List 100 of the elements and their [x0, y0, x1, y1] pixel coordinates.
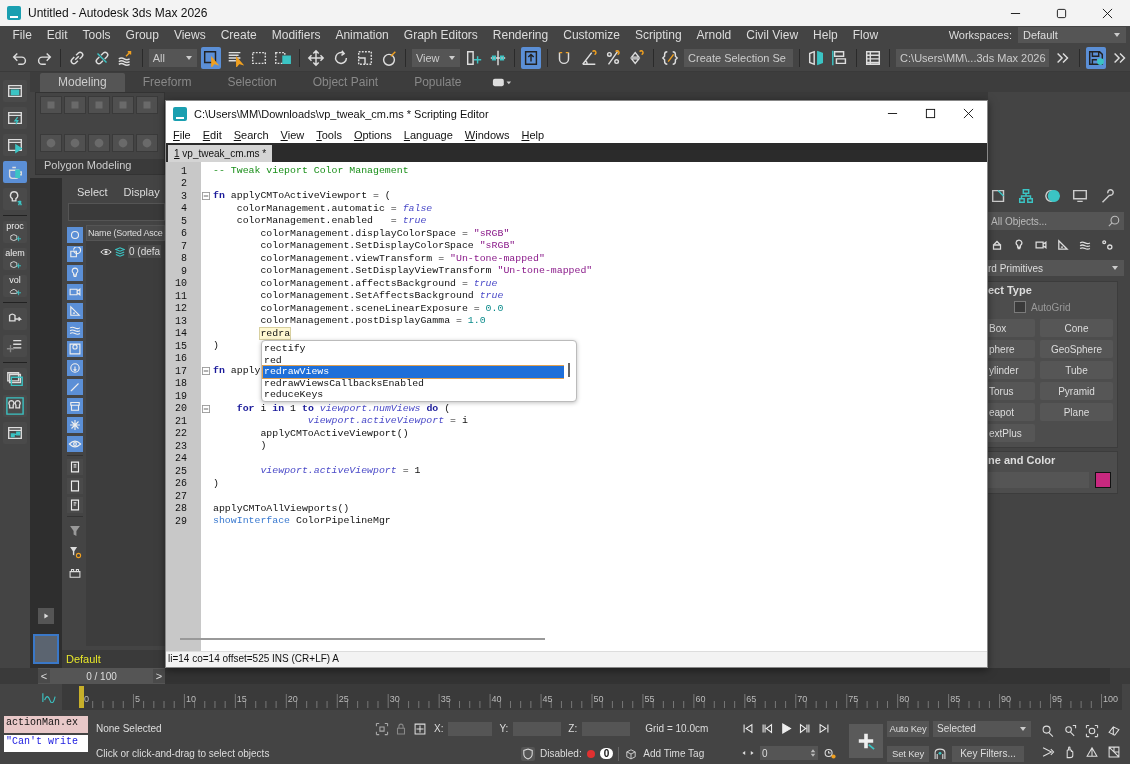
menu-item[interactable]: File	[167, 128, 197, 141]
menu-item[interactable]: Customize	[555, 28, 628, 42]
toolbar-dropdown[interactable]: All	[148, 48, 197, 67]
add-time-tag-button[interactable]: Add Time Tag	[643, 748, 705, 759]
frame-label: 15	[236, 694, 247, 704]
workspaces-dropdown[interactable]: Default	[1018, 27, 1126, 43]
explorer-tab[interactable]: Display	[123, 186, 160, 198]
menu-item[interactable]: Tools	[310, 128, 348, 141]
code-line: fn applyCMToActiveViewport = (	[213, 190, 391, 203]
autocomplete-item[interactable]: reduceKeys	[263, 389, 564, 401]
toolbar-dropdown[interactable]: Create Selection Se	[684, 48, 793, 67]
column-header[interactable]: Name (Sorted Asce	[86, 225, 165, 241]
frame-label: 100	[1103, 694, 1119, 704]
object-type-button[interactable]: eapot	[988, 403, 1035, 421]
object-type-button[interactable]: Tube	[1040, 361, 1113, 379]
menu-item[interactable]: Graph Editors	[396, 28, 486, 42]
menu-item[interactable]: Tools	[75, 28, 119, 42]
layer-field[interactable]: Default	[62, 650, 165, 668]
rollout-title[interactable]: ne and Color	[988, 454, 1117, 469]
object-type-button[interactable]: ylinder	[988, 361, 1035, 379]
menu-item[interactable]: Group	[118, 28, 167, 42]
object-type-button[interactable]: Box	[988, 319, 1035, 337]
menu-item[interactable]: Civil View	[738, 28, 806, 42]
object-type-button[interactable]: Cone	[1040, 319, 1113, 337]
z-label: Z:	[568, 723, 578, 734]
menu-item[interactable]: Options	[347, 128, 398, 141]
menu-item[interactable]: File	[5, 28, 40, 42]
object-type-button[interactable]: Torus	[988, 382, 1035, 400]
key-filters-button[interactable]: Key Filters...	[952, 745, 1024, 762]
listener-output[interactable]: "Can't write	[4, 735, 88, 752]
workspaces-label: Workspaces:	[948, 29, 1012, 41]
object-type-button[interactable]: Plane	[1040, 403, 1113, 421]
command-button[interactable]: vol	[3, 275, 27, 297]
autocomplete-item[interactable]: red	[263, 354, 564, 366]
time-slider-track[interactable]: < 0 / 100 >	[38, 668, 1110, 684]
auto-key-button[interactable]: Auto Key	[887, 720, 929, 737]
code-line: colorManagement.SetAffectsBackground true	[259, 290, 504, 303]
menu-item[interactable]: Edit	[39, 28, 76, 42]
code-line: )	[259, 440, 267, 453]
menu-item[interactable]: Edit	[196, 128, 228, 141]
code-line: colorManagement.viewTransform = "Un-tone-mapped"	[259, 252, 545, 265]
object-type-button[interactable]: Pyramid	[1040, 382, 1113, 400]
frame-label: 65	[746, 694, 757, 704]
frame-label: 25	[338, 694, 349, 704]
menu-item[interactable]: Help	[515, 128, 551, 141]
line-number: 17	[174, 365, 187, 377]
menu-item[interactable]: Windows	[458, 128, 516, 141]
previous-frame-button[interactable]: <	[38, 669, 50, 683]
code-line: applyCMToAllViewports()	[213, 502, 350, 515]
object-type-button[interactable]: extPlus	[988, 424, 1035, 442]
line-number: 14	[174, 328, 187, 340]
menu-item[interactable]: Flow	[845, 28, 886, 42]
menu-item[interactable]: Search	[227, 128, 275, 141]
rollout-title[interactable]: ect Type	[988, 284, 1117, 299]
ribbon-tab[interactable]: Modeling	[40, 73, 125, 92]
frame-counter: 0 / 100	[86, 670, 117, 682]
menu-item[interactable]: Modifiers	[264, 28, 328, 42]
file-tab[interactable]: 1 vp_tweak_cm.ms *	[168, 145, 273, 162]
line-number: 28	[174, 503, 187, 515]
toolbar-dropdown[interactable]: View	[411, 48, 460, 67]
code-line: viewport.activeViewport = i	[306, 415, 468, 428]
line-number: 23	[174, 440, 187, 452]
autocomplete-item[interactable]: rectify	[263, 343, 564, 355]
frame-field[interactable]: 0	[760, 746, 818, 761]
y-label: Y:	[499, 723, 509, 734]
frame-label: 85	[950, 694, 961, 704]
command-button[interactable]: proc	[3, 221, 27, 243]
object-type-button[interactable]: phere	[988, 340, 1035, 358]
time-slider-thumb[interactable]: < 0 / 100 >	[38, 668, 165, 684]
line-number: 7	[180, 240, 187, 252]
frame-label: 35	[440, 694, 451, 704]
next-frame-button[interactable]: >	[153, 669, 165, 683]
menu-item[interactable]: Rendering	[485, 28, 556, 42]
menu-item[interactable]: Arnold	[689, 28, 739, 42]
line-number: 4	[180, 203, 187, 215]
menu-item[interactable]: Scripting	[627, 28, 690, 42]
menu-item[interactable]: Animation	[327, 28, 397, 42]
object-type-button[interactable]: GeoSphere	[1040, 340, 1113, 358]
menu-item[interactable]: Views	[166, 28, 214, 42]
code-line: colorManagement.enabled = true	[235, 215, 427, 228]
category-dropdown[interactable]: rd Primitives	[988, 260, 1124, 276]
timeline-ruler[interactable]: 0 5 10 15 20 25 30 35 40 45 50 55 60 65 70 75 80 85 90 95 100	[62, 684, 1122, 710]
code-line: showInterface ColorPipelineMgr	[213, 515, 391, 528]
menu-item[interactable]: Create	[213, 28, 265, 42]
autocomplete-item[interactable]: redrawViews	[263, 366, 564, 378]
explorer-tab[interactable]: Select	[77, 186, 108, 198]
line-number: 20	[174, 403, 187, 415]
frame-label: 50	[593, 694, 604, 704]
key-set-dropdown[interactable]: Selected	[933, 720, 1031, 737]
command-button[interactable]: alem	[3, 248, 27, 270]
layer-name[interactable]: 0 (defa	[128, 245, 162, 258]
menu-item[interactable]: Language	[397, 128, 459, 141]
frame-label: 95	[1052, 694, 1063, 704]
menu-item[interactable]: View	[274, 128, 311, 141]
line-number: 15	[174, 340, 187, 352]
autocomplete-item[interactable]: redrawViewsCallbacksEnabled	[263, 377, 564, 389]
menu-item[interactable]: Help	[805, 28, 846, 42]
listener-input[interactable]: actionMan.ex	[4, 716, 88, 733]
set-key-mode-button[interactable]: Set Key	[887, 745, 929, 762]
toolbar-dropdown[interactable]: C:\Users\MM\...3ds Max 2026	[896, 48, 1049, 67]
